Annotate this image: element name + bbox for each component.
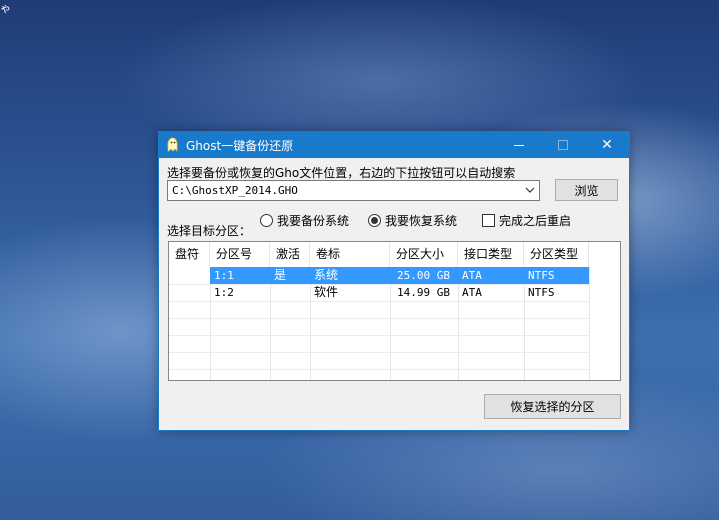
reboot-after-label: 完成之后重启 <box>499 214 572 228</box>
cell-size: 25.00 GB <box>397 269 450 282</box>
gho-path-value: C:\GhostXP_2014.GHO <box>172 184 298 197</box>
column-header-interface[interactable]: 接口类型 <box>458 242 524 267</box>
column-header-partition[interactable]: 分区号 <box>210 242 270 267</box>
column-header-drive[interactable]: 盘符 <box>169 242 210 267</box>
restore-system-label: 我要恢复系统 <box>385 214 458 228</box>
restore-system-radio[interactable]: 我要恢复系统 <box>368 212 457 229</box>
checkbox-unchecked-icon <box>482 214 495 227</box>
cell-active <box>270 284 310 301</box>
cell-size: 14.99 GB <box>397 286 450 299</box>
restore-selected-partition-button[interactable]: 恢复选择的分区 <box>484 394 621 419</box>
cell-interface: ATA <box>462 286 482 299</box>
cell-active: 是 <box>274 268 287 282</box>
table-row[interactable]: 1:2 软件 14.99 GB ATA NTFS <box>169 284 620 301</box>
partition-table[interactable]: 盘符 分区号 激活 卷标 分区大小 接口类型 分区类型 1:1 是 系统 25.… <box>168 241 621 381</box>
backup-system-radio[interactable]: 我要备份系统 <box>260 212 349 229</box>
reboot-after-checkbox[interactable]: 完成之后重启 <box>482 212 571 229</box>
gho-path-combobox[interactable]: C:\GhostXP_2014.GHO <box>167 180 540 201</box>
radio-unchecked-icon <box>260 214 273 227</box>
column-header-size[interactable]: 分区大小 <box>390 242 458 267</box>
cell-type: NTFS <box>528 286 555 299</box>
window-title: Ghost一键备份还原 <box>186 139 294 153</box>
column-header-active[interactable]: 激活 <box>270 242 310 267</box>
cell-drive <box>169 284 210 301</box>
maximize-button[interactable] <box>541 132 585 158</box>
table-header: 盘符 分区号 激活 卷标 分区大小 接口类型 分区类型 <box>169 242 620 267</box>
cell-partition: 1:2 <box>214 286 234 299</box>
cell-interface: ATA <box>462 269 482 282</box>
desktop-corner-text: ゃ <box>0 2 11 15</box>
cell-drive <box>169 267 210 284</box>
ghost-app-icon <box>167 137 178 152</box>
cell-label: 软件 <box>314 285 339 299</box>
close-icon: ✕ <box>601 137 613 153</box>
radio-checked-icon <box>368 214 381 227</box>
column-header-type[interactable]: 分区类型 <box>524 242 589 267</box>
target-partition-label: 选择目标分区： <box>167 224 252 238</box>
browse-button[interactable]: 浏览 <box>555 179 618 201</box>
cell-label: 系统 <box>314 268 339 282</box>
backup-system-label: 我要备份系统 <box>277 214 350 228</box>
chevron-down-icon[interactable] <box>525 185 535 195</box>
path-label: 选择要备份或恢复的Gho文件位置，右边的下拉按钮可以自动搜索 <box>167 166 516 180</box>
cell-partition: 1:1 <box>214 269 234 282</box>
close-button[interactable]: ✕ <box>585 132 629 158</box>
minimize-icon <box>514 144 524 146</box>
ghost-window: Ghost一键备份还原 ✕ 选择要备份或恢复的Gho文件位置，右边的下拉按钮可以… <box>158 131 630 431</box>
minimize-button[interactable] <box>497 132 541 158</box>
cell-type: NTFS <box>528 269 555 282</box>
column-header-label[interactable]: 卷标 <box>310 242 390 267</box>
title-bar[interactable]: Ghost一键备份还原 ✕ <box>159 132 629 158</box>
table-row[interactable]: 1:1 是 系统 25.00 GB ATA NTFS <box>169 267 620 284</box>
maximize-icon <box>558 140 568 150</box>
